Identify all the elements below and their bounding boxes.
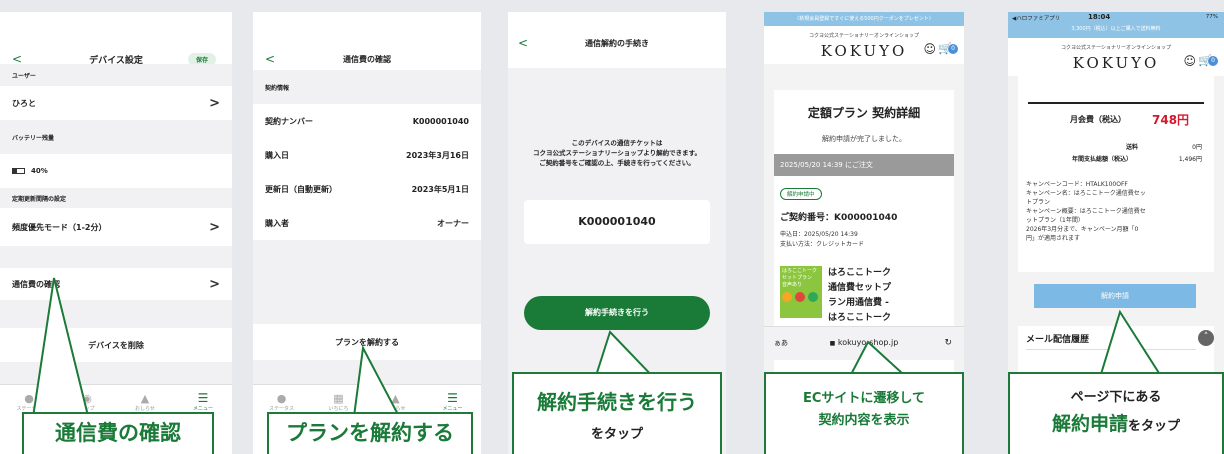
callout-pointer bbox=[351, 344, 405, 425]
panel-device-settings: < デバイス設定 保存 ユーザー ひろと > バッテリー残量 40% 定期更新間… bbox=[0, 12, 232, 454]
callout-pointer bbox=[30, 277, 92, 425]
callout-sub: をタップ bbox=[1128, 419, 1181, 434]
panel-billing-check: < 通信費の確認 契約情報 契約ナンバー K000001040 購入日 2023年3… bbox=[253, 12, 481, 454]
panel-cancel-procedure: < 通信解約の手続き このデバイスの通信チケットは コクヨ公式ステーショナリーシ… bbox=[508, 12, 726, 454]
callout-line: ECサイトに遷移して bbox=[802, 391, 926, 406]
panel-ec-apply-cancel: ◀ハロファミアプリ 18:04 77% 3,300円（税込）以上ご購入で送料無料… bbox=[1008, 12, 1224, 454]
callout-line: 契約内容を表示 bbox=[818, 413, 910, 428]
callout-line: ページ下にある bbox=[1070, 390, 1162, 405]
callout-cancel-plan: プランを解約する bbox=[267, 412, 473, 454]
callout-apply-cancel: ページ下にある 解約申請をタップ bbox=[1008, 372, 1224, 454]
callout-cancel-procedure: 解約手続きを行う をタップ bbox=[512, 372, 722, 454]
callout-ec-site: ECサイトに遷移して 契約内容を表示 bbox=[764, 372, 964, 454]
callout-title: 解約手続きを行う bbox=[537, 390, 697, 414]
callout-title: 解約申請 bbox=[1051, 413, 1128, 435]
callout-billing: 通信費の確認 bbox=[22, 412, 214, 454]
panel-ec-contract-detail: 〈新規会員登録ですぐに使える500円クーポンをプレゼント〉 コクヨ公式ステーショ… bbox=[764, 12, 964, 454]
callout-sub: をタップ bbox=[590, 427, 643, 442]
